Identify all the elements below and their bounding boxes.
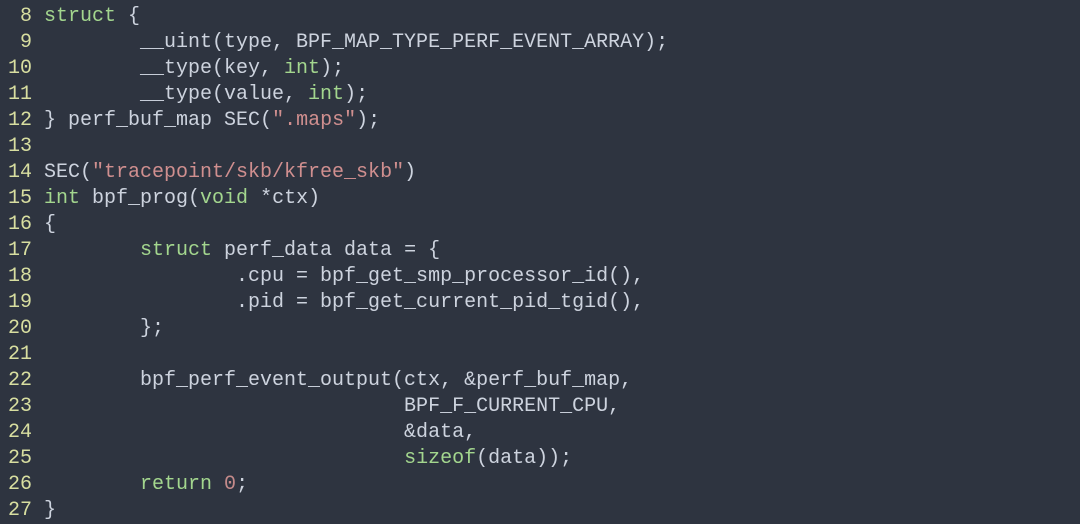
line-number: 17 [0, 238, 44, 264]
line-number: 14 [0, 160, 44, 186]
token-id: __uint(type, BPF_MAP_TYPE_PERF_EVENT_ARR… [44, 31, 668, 54]
token-kw: void [200, 187, 248, 210]
code-line: 13 [0, 134, 1080, 160]
token-id: __type(key, [44, 57, 284, 80]
token-id: __type(value, [44, 83, 308, 106]
token-kw: struct [140, 239, 212, 262]
token-kw: int [308, 83, 344, 106]
token-id: ; [236, 473, 248, 496]
code-line: 14SEC("tracepoint/skb/kfree_skb") [0, 160, 1080, 186]
token-id: BPF_F_CURRENT_CPU, [44, 395, 620, 418]
code-line: 9 __uint(type, BPF_MAP_TYPE_PERF_EVENT_A… [0, 30, 1080, 56]
token-kw: int [44, 187, 80, 210]
token-id [44, 447, 404, 470]
line-number: 12 [0, 108, 44, 134]
line-number: 24 [0, 420, 44, 446]
code-content: struct perf_data data = { [44, 238, 440, 264]
code-line: 22 bpf_perf_event_output(ctx, &perf_buf_… [0, 368, 1080, 394]
token-str: ".maps" [272, 109, 356, 132]
line-number: 13 [0, 134, 44, 160]
line-number: 25 [0, 446, 44, 472]
token-punc: } [44, 499, 56, 522]
code-line: 12} perf_buf_map SEC(".maps"); [0, 108, 1080, 134]
token-str: "tracepoint/skb/kfree_skb" [92, 161, 404, 184]
code-content: .cpu = bpf_get_smp_processor_id(), [44, 264, 644, 290]
token-id: bpf_prog( [80, 187, 200, 210]
code-line: 18 .cpu = bpf_get_smp_processor_id(), [0, 264, 1080, 290]
code-block: 8struct {9 __uint(type, BPF_MAP_TYPE_PER… [0, 4, 1080, 524]
token-kw: int [284, 57, 320, 80]
code-content: }; [44, 316, 164, 342]
code-line: 21 [0, 342, 1080, 368]
token-id: ); [344, 83, 368, 106]
code-line: 20 }; [0, 316, 1080, 342]
line-number: 21 [0, 342, 44, 368]
token-id: }; [44, 317, 164, 340]
code-line: 19 .pid = bpf_get_current_pid_tgid(), [0, 290, 1080, 316]
token-id: *ctx) [248, 187, 320, 210]
token-id [44, 473, 140, 496]
line-number: 9 [0, 30, 44, 56]
token-kw: return [140, 473, 212, 496]
line-number: 15 [0, 186, 44, 212]
line-number: 22 [0, 368, 44, 394]
token-id: (data)); [476, 447, 572, 470]
token-punc: } [44, 109, 68, 132]
line-number: 26 [0, 472, 44, 498]
token-id: bpf_perf_event_output(ctx, &perf_buf_map… [44, 369, 632, 392]
token-id: .pid = bpf_get_current_pid_tgid(), [44, 291, 644, 314]
token-id: perf_data data = { [212, 239, 440, 262]
code-content: SEC("tracepoint/skb/kfree_skb") [44, 160, 416, 186]
code-line: 17 struct perf_data data = { [0, 238, 1080, 264]
token-num: 0 [224, 473, 236, 496]
token-id [212, 473, 224, 496]
line-number: 19 [0, 290, 44, 316]
token-punc: { [44, 213, 56, 236]
token-id: &data, [44, 421, 476, 444]
token-id: .cpu = bpf_get_smp_processor_id(), [44, 265, 644, 288]
token-id: SEC( [44, 161, 92, 184]
code-content: } [44, 498, 56, 524]
code-content: __type(key, int); [44, 56, 344, 82]
code-content: .pid = bpf_get_current_pid_tgid(), [44, 290, 644, 316]
line-number: 23 [0, 394, 44, 420]
code-content: int bpf_prog(void *ctx) [44, 186, 320, 212]
code-content: &data, [44, 420, 476, 446]
code-line: 27} [0, 498, 1080, 524]
token-id: perf_buf_map SEC( [68, 109, 272, 132]
token-id: ) [404, 161, 416, 184]
code-content: __uint(type, BPF_MAP_TYPE_PERF_EVENT_ARR… [44, 30, 668, 56]
code-line: 23 BPF_F_CURRENT_CPU, [0, 394, 1080, 420]
token-kw: struct [44, 5, 116, 28]
code-content: return 0; [44, 472, 248, 498]
token-punc: { [116, 5, 140, 28]
code-content: BPF_F_CURRENT_CPU, [44, 394, 620, 420]
code-line: 11 __type(value, int); [0, 82, 1080, 108]
code-line: 8struct { [0, 4, 1080, 30]
code-line: 26 return 0; [0, 472, 1080, 498]
line-number: 11 [0, 82, 44, 108]
line-number: 18 [0, 264, 44, 290]
line-number: 20 [0, 316, 44, 342]
token-id [44, 239, 140, 262]
token-kw: sizeof [404, 447, 476, 470]
token-id: ); [320, 57, 344, 80]
code-line: 25 sizeof(data)); [0, 446, 1080, 472]
code-content: __type(value, int); [44, 82, 368, 108]
code-content: struct { [44, 4, 140, 30]
code-content: { [44, 212, 56, 238]
code-line: 10 __type(key, int); [0, 56, 1080, 82]
code-content: sizeof(data)); [44, 446, 572, 472]
line-number: 27 [0, 498, 44, 524]
code-line: 16{ [0, 212, 1080, 238]
line-number: 16 [0, 212, 44, 238]
code-line: 24 &data, [0, 420, 1080, 446]
code-content: } perf_buf_map SEC(".maps"); [44, 108, 380, 134]
token-id: ); [356, 109, 380, 132]
code-line: 15int bpf_prog(void *ctx) [0, 186, 1080, 212]
line-number: 10 [0, 56, 44, 82]
code-content: bpf_perf_event_output(ctx, &perf_buf_map… [44, 368, 632, 394]
line-number: 8 [0, 4, 44, 30]
